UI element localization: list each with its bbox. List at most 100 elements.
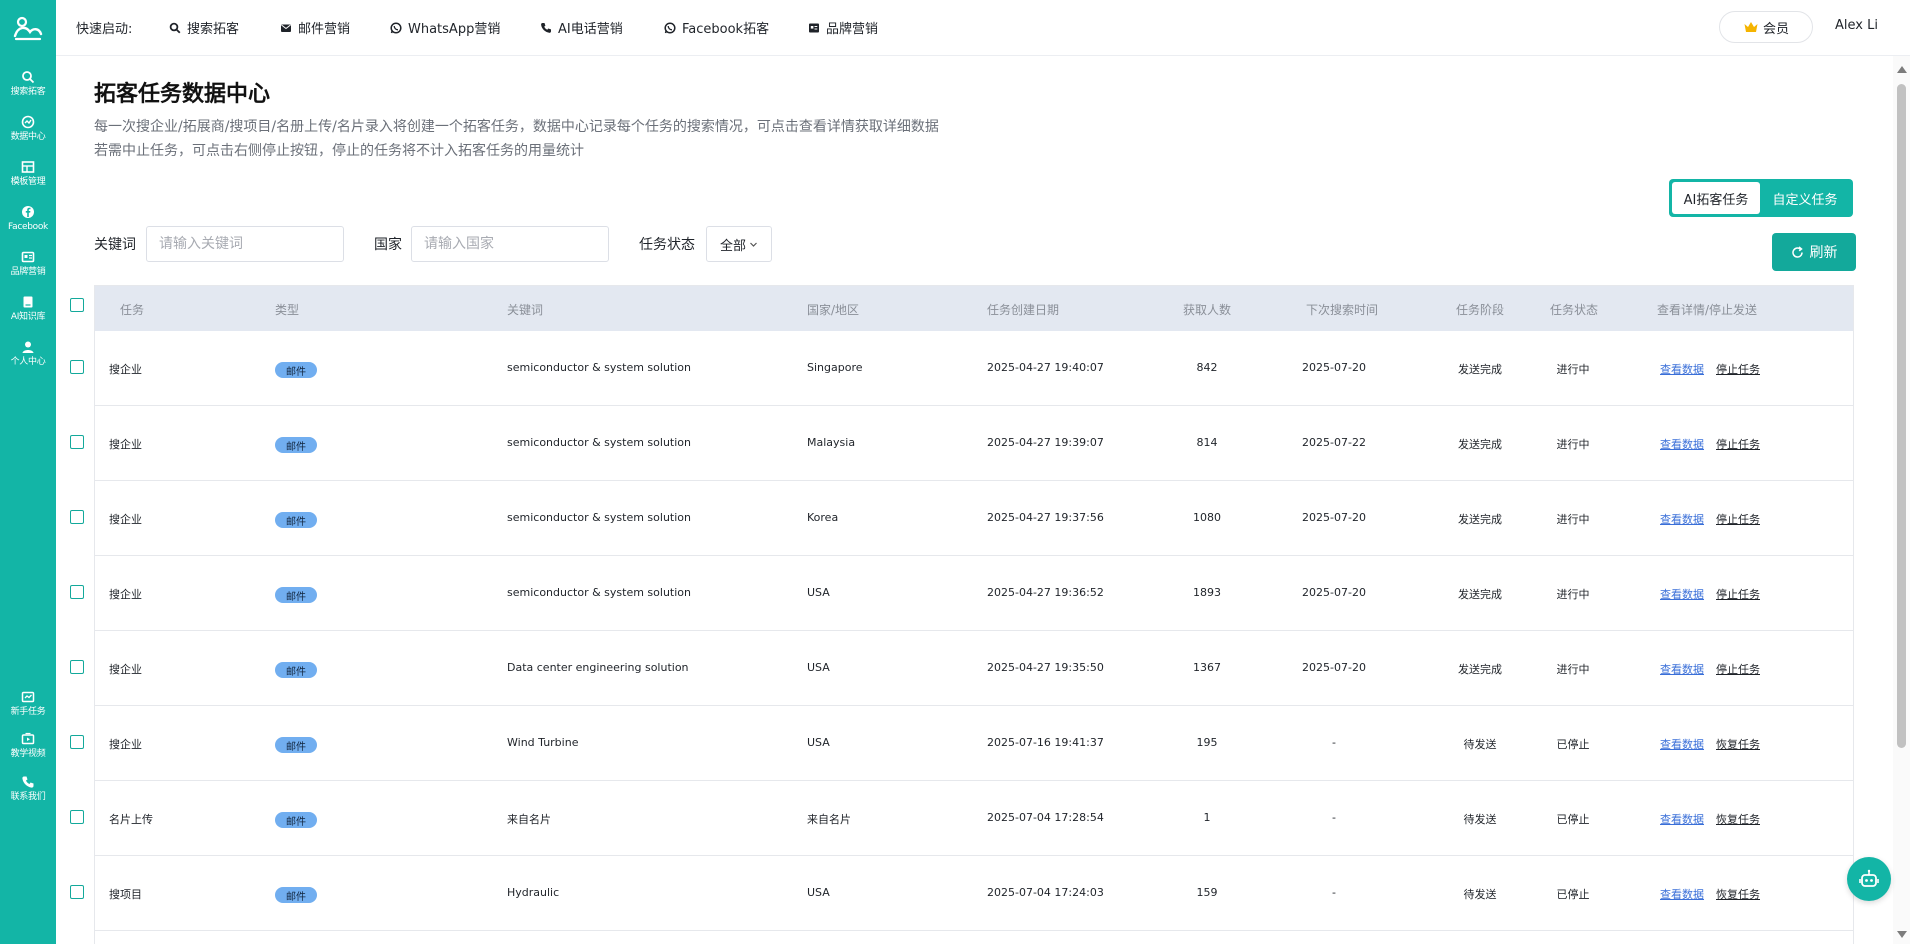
page-title: 拓客任务数据中心 bbox=[94, 82, 271, 107]
tab-custom-tasks[interactable]: 自定义任务 bbox=[1760, 182, 1850, 214]
scroll-down-arrow[interactable] bbox=[1897, 931, 1907, 938]
sidebar-item-facebook[interactable]: Facebook bbox=[0, 203, 56, 243]
quick-link-facebook[interactable]: Facebook拓客 bbox=[664, 18, 769, 37]
sidebar-item-data-center[interactable]: 数据中心 bbox=[0, 113, 56, 153]
row-checkbox[interactable] bbox=[70, 810, 84, 824]
member-button[interactable]: 会员 bbox=[1719, 11, 1813, 43]
cell-keyword: semiconductor & system solution bbox=[507, 586, 691, 599]
username[interactable]: Alex Li bbox=[1835, 18, 1878, 33]
ai-assistant-button[interactable] bbox=[1847, 857, 1891, 901]
view-data-link[interactable]: 查看数据 bbox=[1660, 511, 1704, 527]
cell-next: 2025-07-20 bbox=[1302, 511, 1366, 524]
video-icon bbox=[21, 732, 35, 745]
column-header: 查看详情/停止发送 bbox=[1657, 303, 1758, 317]
topbar: 快速启动: 搜索拓客 邮件营销 WhatsApp营销 AI电话营销 Facebo… bbox=[56, 0, 1910, 56]
scroll-up-arrow[interactable] bbox=[1897, 66, 1907, 73]
view-data-link[interactable]: 查看数据 bbox=[1660, 586, 1704, 602]
task-status-select[interactable]: 全部 bbox=[706, 226, 772, 262]
quick-link-mail[interactable]: 邮件营销 bbox=[280, 18, 350, 37]
cell-keyword: semiconductor & system solution bbox=[507, 436, 691, 449]
task-icon bbox=[21, 691, 35, 703]
task-action-link[interactable]: 恢复任务 bbox=[1716, 811, 1760, 827]
cell-country: USA bbox=[807, 886, 830, 899]
sidebar-item-brand[interactable]: 品牌营销 bbox=[0, 248, 56, 288]
keyword-label: 关键词 bbox=[94, 237, 136, 253]
cell-next: 2025-07-22 bbox=[1302, 436, 1366, 449]
task-action-link[interactable]: 停止任务 bbox=[1716, 436, 1760, 452]
sidebar-item-newbie-tasks[interactable]: 新手任务 bbox=[0, 688, 56, 728]
task-action-link[interactable]: 恢复任务 bbox=[1716, 736, 1760, 752]
task-action-link[interactable]: 停止任务 bbox=[1716, 661, 1760, 677]
row-checkbox[interactable] bbox=[70, 510, 84, 524]
quick-link-ai-phone[interactable]: AI电话营销 bbox=[540, 18, 623, 37]
sidebar-item-knowledge[interactable]: AI知识库 bbox=[0, 293, 56, 333]
mail-icon bbox=[281, 24, 291, 32]
data-icon bbox=[21, 115, 35, 129]
page-scrollbar[interactable] bbox=[1893, 56, 1910, 944]
cell-status: 进行中 bbox=[1556, 363, 1590, 376]
view-data-link[interactable]: 查看数据 bbox=[1660, 886, 1704, 902]
sidebar-item-templates[interactable]: 模板管理 bbox=[0, 158, 56, 198]
chevron-down-icon bbox=[750, 242, 757, 247]
country-input[interactable] bbox=[411, 226, 609, 262]
table-row: 搜企业 Wind Turbine USA 2025-07-16 19:41:37 195… bbox=[95, 706, 1853, 781]
quick-link-search[interactable]: 搜索拓客 bbox=[169, 18, 239, 37]
table-header: 任务 类型 关键词 国家/地区 任务创建日期 获取人数 下次搜索时间 任务阶段 … bbox=[95, 286, 1853, 331]
sidebar-item-profile[interactable]: 个人中心 bbox=[0, 338, 56, 378]
cell-status: 已停止 bbox=[1556, 738, 1590, 751]
task-action-link[interactable]: 恢复任务 bbox=[1716, 886, 1760, 902]
cell-country: Singapore bbox=[807, 361, 863, 374]
row-checkbox[interactable] bbox=[70, 435, 84, 449]
view-data-link[interactable]: 查看数据 bbox=[1660, 736, 1704, 752]
keyword-input[interactable] bbox=[146, 226, 344, 262]
cell-created: 2025-07-16 19:41:37 bbox=[987, 736, 1104, 749]
row-checkbox[interactable] bbox=[70, 585, 84, 599]
search-icon bbox=[169, 22, 181, 33]
refresh-button[interactable]: 刷新 bbox=[1772, 233, 1856, 271]
phone-icon bbox=[541, 22, 551, 33]
cell-country: USA bbox=[807, 586, 830, 599]
task-action-link[interactable]: 停止任务 bbox=[1716, 586, 1760, 602]
cell-next: - bbox=[1332, 811, 1336, 824]
cell-count: 842 bbox=[1196, 361, 1218, 374]
crown-icon bbox=[1744, 22, 1758, 32]
cell-keyword: semiconductor & system solution bbox=[507, 511, 691, 524]
row-checkbox[interactable] bbox=[70, 360, 84, 374]
select-all-checkbox[interactable] bbox=[70, 298, 84, 312]
sidebar-item-contact-us[interactable]: 联系我们 bbox=[0, 773, 56, 813]
view-data-link[interactable]: 查看数据 bbox=[1660, 811, 1704, 827]
column-header: 任务 bbox=[120, 303, 145, 317]
cell-status: 进行中 bbox=[1556, 438, 1590, 451]
quick-link-brand[interactable]: 品牌营销 bbox=[808, 18, 878, 37]
cell-created: 2025-04-27 19:35:50 bbox=[987, 661, 1104, 674]
facebook-icon bbox=[664, 21, 676, 34]
scrollbar-thumb[interactable] bbox=[1897, 84, 1906, 748]
tab-ai-tasks[interactable]: AI拓客任务 bbox=[1672, 182, 1760, 214]
column-header: 类型 bbox=[275, 303, 300, 317]
quick-link-whatsapp[interactable]: WhatsApp营销 bbox=[390, 18, 500, 37]
cell-count: 1367 bbox=[1193, 661, 1221, 674]
logo-icon bbox=[13, 16, 43, 41]
main-content: 拓客任务数据中心 每一次搜企业/拓展商/搜项目/名册上传/名片录入将创建一个拓客… bbox=[56, 56, 1894, 944]
view-data-link[interactable]: 查看数据 bbox=[1660, 436, 1704, 452]
row-checkbox[interactable] bbox=[70, 660, 84, 674]
cell-task: 搜项目 bbox=[109, 888, 142, 901]
sidebar-item-label: 模板管理 bbox=[10, 177, 46, 187]
task-action-link[interactable]: 停止任务 bbox=[1716, 511, 1760, 527]
cell-next: - bbox=[1332, 736, 1336, 749]
book-icon bbox=[23, 296, 33, 308]
row-checkbox[interactable] bbox=[70, 885, 84, 899]
cell-task: 搜企业 bbox=[109, 588, 142, 601]
search-icon bbox=[22, 71, 35, 84]
view-data-link[interactable]: 查看数据 bbox=[1660, 661, 1704, 677]
sidebar-item-search[interactable]: 搜索拓客 bbox=[0, 68, 56, 108]
view-data-link[interactable]: 查看数据 bbox=[1660, 361, 1704, 377]
cell-keyword: Wind Turbine bbox=[507, 736, 579, 749]
cell-count: 1 bbox=[1203, 811, 1211, 824]
task-action-link[interactable]: 停止任务 bbox=[1716, 361, 1760, 377]
sidebar-item-tutorial-video[interactable]: 教学视频 bbox=[0, 730, 56, 770]
cell-task: 名片上传 bbox=[109, 813, 153, 826]
row-checkbox[interactable] bbox=[70, 735, 84, 749]
sidebar-item-label: 搜索拓客 bbox=[10, 87, 46, 97]
refresh-icon bbox=[1791, 245, 1803, 258]
